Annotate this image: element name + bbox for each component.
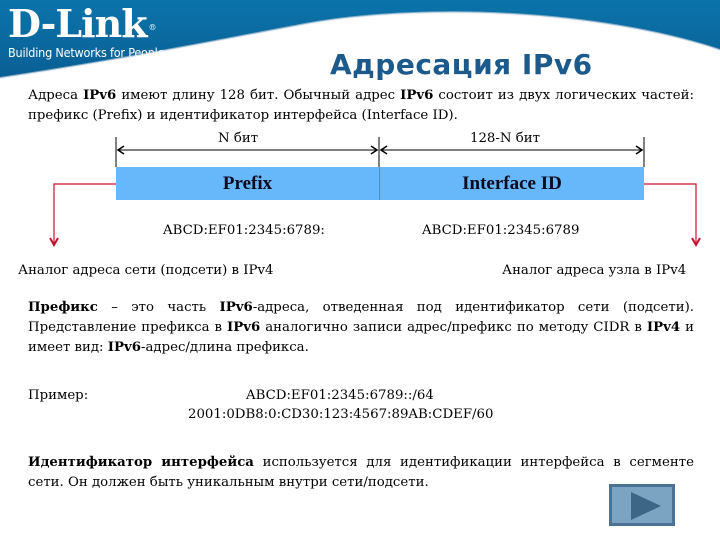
prefix-term: Префикс [28,300,98,315]
slide-title: Адресация IPv6 [330,48,593,81]
next-slide-button[interactable] [609,484,675,526]
play-triangle-icon [631,492,661,520]
arrowhead-icon [379,145,388,155]
example-line-1: ABCD:EF01:2345:6789::/64 [246,388,434,403]
example-label: Пример: [28,388,89,403]
interface-analog-caption: Аналог адреса узла в IPv4 [502,263,687,278]
prefix-connector [53,183,116,244]
interface-bits-label: 128-N бит [470,131,540,146]
arrow-down-icon [691,237,701,248]
logo-tagline: Building Networks for People [8,45,165,60]
prefix-definition: Префикс – это часть IPv6-адреса, отведен… [28,300,695,355]
interface-id-definition: Идентификатор интерфейса используется дл… [28,455,694,490]
arrowhead-icon [370,145,379,155]
intro-paragraph: Адреса IPv6 имеют длину 128 бит. Обычный… [28,88,694,123]
interface-id-term: Идентификатор интерфейса [28,455,254,470]
example-line-2: 2001:0DB8:0:CD30:123:4567:89AB:CDEF/60 [188,407,494,422]
dlink-logo: D-Link ® Building Networks for People [8,4,188,62]
arrow-down-icon [49,237,59,248]
arrowhead-icon [116,145,125,155]
interface-connector [644,183,697,244]
prefix-example: ABCD:EF01:2345:6789: [163,223,325,238]
arrowhead-icon [635,145,644,155]
prefix-box: Prefix [116,167,379,200]
logo-wordmark: D-Link ® [8,1,157,46]
interface-id-box: Interface ID [380,167,644,200]
prefix-bits-label: N бит [218,131,259,146]
prefix-analog-caption: Аналог адреса сети (подсети) в IPv4 [18,263,274,278]
interface-example: ABCD:EF01:2345:6789 [422,223,580,238]
